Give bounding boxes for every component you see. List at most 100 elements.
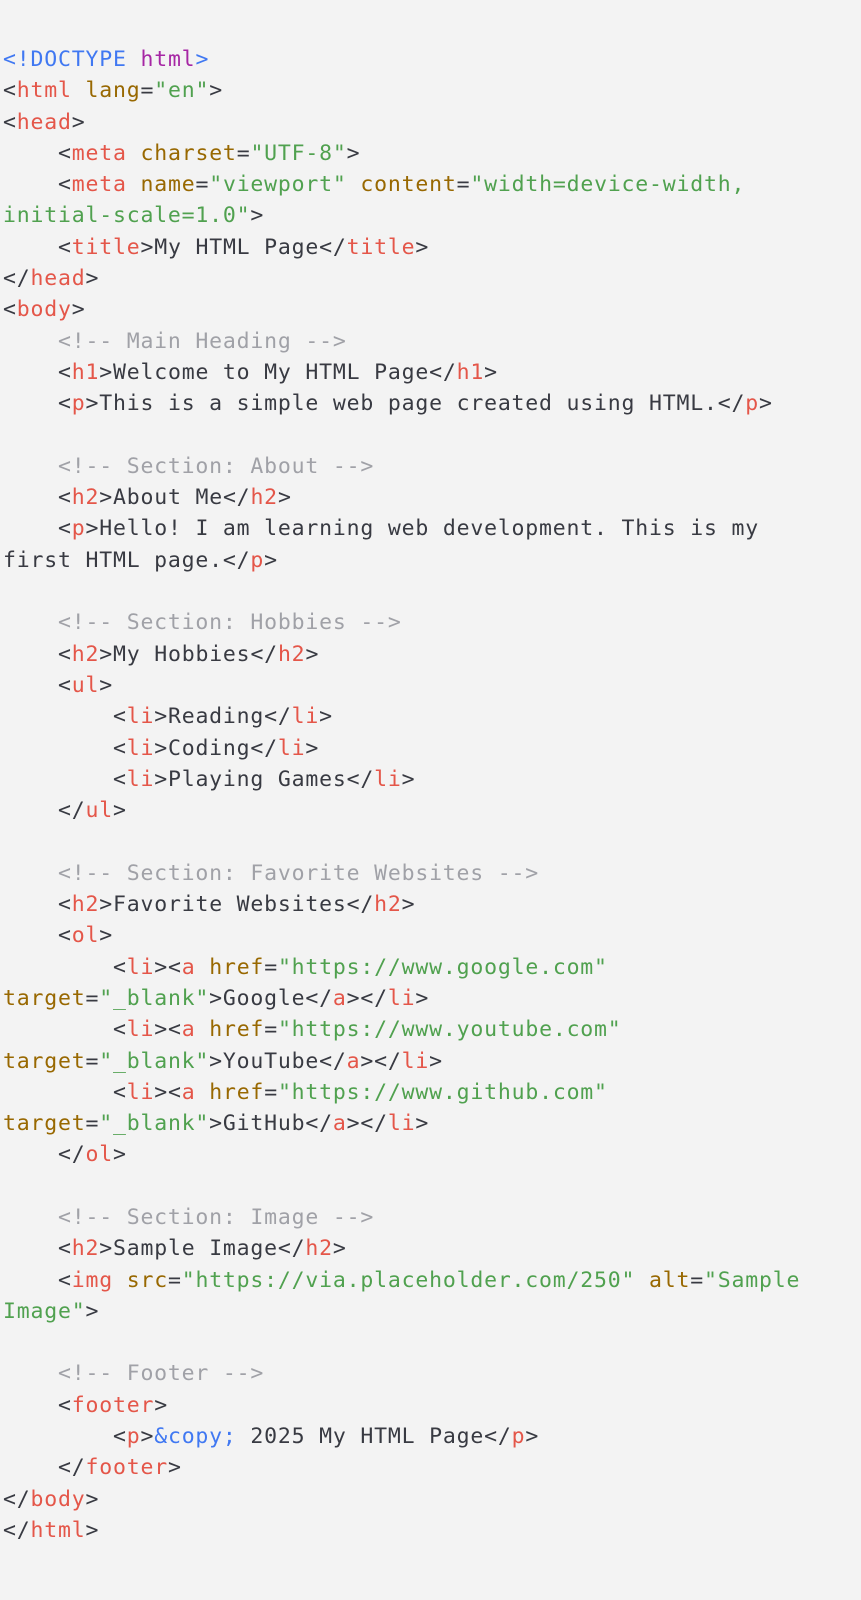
code-token: Coding [167,735,251,761]
code-line: <li><a href="https://www.github.com" [3,1077,861,1108]
code-line: </body> [3,1484,861,1515]
code-token: < [3,1236,72,1262]
code-token: > [195,47,210,72]
code-line: <h2>Favorite Websites</h2> [3,889,861,920]
code-token: meta [71,140,127,166]
code-line: </html> [3,1515,861,1546]
code-line: <h1>Welcome to My HTML Page</h1> [3,357,861,388]
code-token: About Me [112,485,223,511]
code-token: h2 [305,1236,333,1262]
code-line: </ol> [3,1139,861,1170]
code-line: target="_blank">Google</a></li> [3,983,861,1014]
code-line: first HTML page.</p> [3,545,861,576]
code-token: <!-- Section: About --> [3,453,375,479]
code-token: first HTML page. [3,547,223,573]
code-line: Image"> [3,1296,861,1327]
code-token: li [291,704,320,730]
code-token: li [401,1048,430,1074]
code-token: > [99,1236,113,1262]
code-token: </ [346,892,375,918]
code-token: <!-- Section: Hobbies --> [3,610,402,636]
code-token: </ [717,391,746,417]
code-token: h2 [250,485,278,511]
code-token: title [346,234,416,260]
code-line: <p>This is a simple web page created usi… [3,388,861,419]
code-token: >< [154,1079,182,1105]
code-token: li [126,954,155,980]
code-token: < [3,297,17,323]
code-token: < [3,140,72,166]
code-token: = [690,1267,704,1293]
code-token: <!DOCTYPE [3,47,141,72]
code-token: </ [264,704,292,730]
code-token: < [3,109,17,135]
code-token: Google [222,985,306,1011]
code-token: li [374,766,402,792]
code-token: "https://www.google.com" [277,954,608,980]
code-token: html [16,78,72,104]
code-token: </ [3,798,86,824]
code-token: charset [140,140,237,166]
code-token: = [264,1079,278,1105]
code-token: </ [3,266,31,292]
code-token: > [99,923,113,949]
code-token: <!-- Section: Favorite Websites --> [3,860,540,886]
code-token: > [277,485,292,511]
code-token: </ [250,641,278,667]
code-token: h2 [71,892,100,918]
code-token: < [3,485,72,511]
code-token: = [167,1267,182,1293]
code-token: > [319,704,333,730]
code-token: footer [71,1392,155,1418]
code-token: li [126,1017,155,1043]
code-line: <ul> [3,670,861,701]
code-viewer: <!DOCTYPE html> <html lang="en"> <head> <m… [0,0,861,1600]
code-token: target [3,1048,86,1074]
code-token: <!-- Footer --> [3,1361,265,1387]
code-line: <head> [3,107,861,138]
code-token: < [3,672,72,698]
code-token: > [154,766,168,792]
code-token: = [264,1017,278,1043]
code-token: content [360,172,457,198]
code-token: > [112,1142,127,1168]
code-line: <!-- Footer --> [3,1358,861,1389]
code-token: li [126,704,155,730]
code-token: meta [71,172,127,198]
code-token: Playing Games [167,766,347,792]
code-token: "viewport" [209,172,347,198]
code-token: > [429,1048,443,1074]
code-token: > [140,234,155,260]
code-token: GitHub [222,1111,306,1137]
code-token: ul [71,672,100,698]
code-token: > [264,547,278,573]
code-token: h2 [277,641,306,667]
code-token: Reading [167,704,265,730]
code-line: <!-- Section: Favorite Websites --> [3,858,861,889]
code-line: <body> [3,294,861,325]
code-token: = [85,1111,100,1137]
code-token: body [16,297,72,323]
code-token: li [126,735,155,761]
code-line: <ol> [3,920,861,951]
code-token: Image" [3,1298,86,1324]
code-token: html [140,47,196,72]
code-token: > [209,1111,223,1137]
code-token: < [3,1017,127,1043]
code-token: </ [3,1455,86,1481]
code-token: YouTube [222,1048,320,1074]
code-token: > [415,985,430,1011]
code-token: > [401,892,416,918]
code-token: > [99,641,113,667]
code-token: > [71,297,86,323]
code-token: </ [319,1048,347,1074]
code-token: alt [649,1267,691,1293]
code-token: "_blank" [99,1048,210,1074]
code-token: href [209,954,265,980]
